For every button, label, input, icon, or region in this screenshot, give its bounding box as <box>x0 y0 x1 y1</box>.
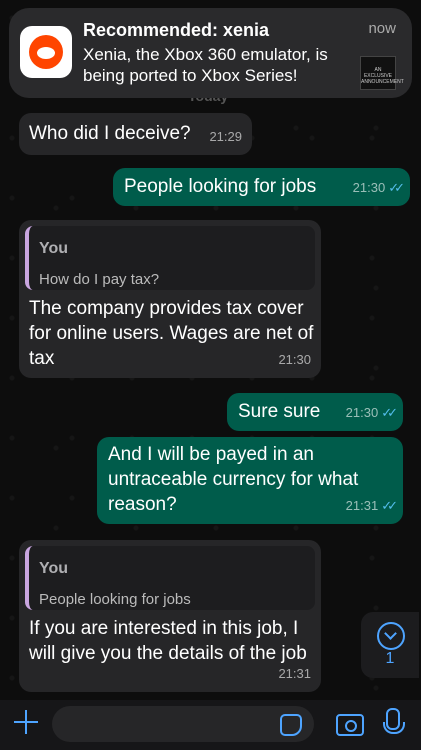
notification-title: Recommended: xenia <box>83 20 270 40</box>
message-incoming[interactable]: You People looking for jobs If you are i… <box>19 540 321 692</box>
quote-author: You <box>39 560 69 577</box>
camera-icon[interactable] <box>336 714 364 736</box>
message-text: Sure sure <box>238 401 321 422</box>
message-outgoing[interactable]: People looking for jobs 21:30 ✓✓ <box>113 168 410 206</box>
plus-icon[interactable] <box>12 708 40 736</box>
chevron-down-icon <box>377 622 405 650</box>
message-time: 21:30 <box>345 405 379 420</box>
message-meta: 21:31 ✓✓ <box>345 493 398 518</box>
read-receipt-icon: ✓✓ <box>381 405 398 420</box>
read-receipt-icon: ✓✓ <box>388 180 405 195</box>
message-time: 21:30 <box>352 180 386 195</box>
message-incoming[interactable]: You How do I pay tax? The company provid… <box>19 220 321 378</box>
composer-bar <box>0 700 421 750</box>
message-text: Who did I deceive? <box>29 123 191 144</box>
message-outgoing[interactable]: And I will be payed in an untraceable cu… <box>97 437 403 524</box>
scroll-to-bottom-button[interactable]: 1 <box>361 612 419 678</box>
message-time: 21:29 <box>209 129 242 144</box>
message-time: 21:31 <box>345 498 379 513</box>
message-text: If you are interested in this job, I wil… <box>29 618 307 664</box>
message-incoming[interactable]: Who did I deceive? 21:29 <box>19 113 252 155</box>
microphone-icon[interactable] <box>383 708 405 734</box>
message-meta: 21:30 ✓✓ <box>352 175 405 200</box>
reddit-app-icon <box>20 26 72 78</box>
message-time: 21:30 <box>278 352 311 367</box>
unread-count-badge: 1 <box>385 650 395 667</box>
read-receipt-icon: ✓✓ <box>381 498 398 513</box>
quote-author: You <box>39 240 69 257</box>
notification-thumbnail: AN EXCLUSIVE ANNOUNCEMENT <box>360 56 404 90</box>
message-meta: 21:30 ✓✓ <box>345 400 398 425</box>
notification-time: now <box>368 20 396 37</box>
quoted-reply[interactable]: You People looking for jobs <box>25 546 315 610</box>
quoted-reply[interactable]: You How do I pay tax? <box>25 226 315 290</box>
message-time: 21:31 <box>278 666 311 681</box>
message-text: People looking for jobs <box>124 176 317 197</box>
sticker-icon[interactable] <box>280 714 302 736</box>
message-outgoing[interactable]: Sure sure 21:30 ✓✓ <box>227 393 403 431</box>
message-text: And I will be payed in an untraceable cu… <box>108 444 359 515</box>
quote-text: How do I pay tax? <box>39 271 160 288</box>
notification-banner[interactable]: Recommended: xenia Xenia, the Xbox 360 e… <box>9 8 412 98</box>
message-text: The company provides tax cover for onlin… <box>29 298 314 369</box>
notification-body: Xenia, the Xbox 360 emulator, is being p… <box>83 45 328 85</box>
quote-text: People looking for jobs <box>39 591 191 608</box>
message-input[interactable] <box>52 706 314 742</box>
